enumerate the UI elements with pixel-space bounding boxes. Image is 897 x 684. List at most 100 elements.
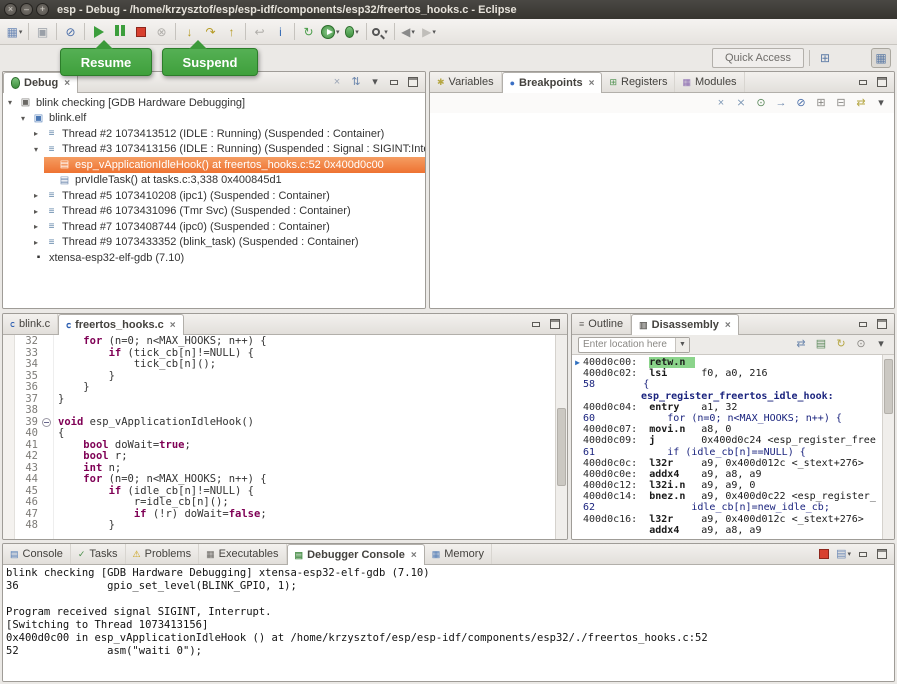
show-source-button[interactable]: ▤ bbox=[814, 338, 828, 352]
code-line[interactable]: tick_cb[n](); bbox=[58, 359, 555, 371]
maximize-view-button[interactable] bbox=[406, 75, 420, 89]
disassembly-row[interactable]: 58 { bbox=[572, 379, 882, 390]
show-supported-breakpoints-button[interactable]: ⊙ bbox=[754, 96, 768, 110]
view-menu-button[interactable]: ▾ bbox=[874, 96, 888, 110]
instruction-stepping-button[interactable]: i bbox=[270, 21, 291, 43]
view-menu-button[interactable]: ▾ bbox=[874, 338, 888, 352]
code-line[interactable]: bool doWait=true; bbox=[58, 440, 555, 452]
debug-tree-row[interactable]: ▤esp_vApplicationIdleHook() at freertos_… bbox=[3, 157, 425, 173]
minimize-view-button[interactable] bbox=[529, 317, 543, 331]
debug-tree-row[interactable]: ▾▣blink checking [GDB Hardware Debugging… bbox=[3, 95, 425, 111]
breakpoints-tab-registers[interactable]: ⊞Registers bbox=[602, 72, 675, 92]
disassembly-row[interactable]: 400d0c09: j 0x400d0c24 <esp_register_fre… bbox=[572, 435, 882, 446]
drop-to-frame-button[interactable]: ↩ bbox=[249, 21, 270, 43]
debug-tree-row[interactable]: ▾≡Thread #3 1073413156 (IDLE : Running) … bbox=[3, 142, 425, 158]
code-line[interactable]: } bbox=[58, 382, 555, 394]
maximize-view-button[interactable] bbox=[875, 317, 889, 331]
debug-tree-row[interactable]: ▾▣blink.elf bbox=[3, 111, 425, 127]
quick-access-button[interactable]: Quick Access bbox=[712, 48, 804, 68]
disassembly-row[interactable]: 400d0c16: l32r a9, 0x400d012c <_stext+27… bbox=[572, 514, 882, 525]
disassembly-row[interactable]: 400d0c07: movi.n a8, 0 bbox=[572, 424, 882, 435]
expander-icon[interactable]: ▸ bbox=[31, 238, 41, 247]
scrollbar-thumb[interactable] bbox=[884, 359, 893, 414]
disconnect-button[interactable]: ⊗ bbox=[151, 21, 172, 43]
close-icon[interactable]: × bbox=[725, 320, 731, 331]
disassembly-row[interactable]: esp_register_freertos_idle_hook: bbox=[572, 391, 882, 402]
disassembly-row[interactable]: 400d0c14: bnez.n a9, 0x400d0c22 <esp_reg… bbox=[572, 491, 882, 502]
minimize-window-button[interactable]: – bbox=[20, 3, 33, 16]
code-line[interactable]: { bbox=[58, 428, 555, 440]
line-number-ruler[interactable]: 3233343536373839404142434445464748 bbox=[15, 335, 41, 539]
search-button[interactable]: ▾ bbox=[370, 21, 391, 43]
remove-breakpoint-button[interactable]: × bbox=[714, 96, 728, 110]
debug-button[interactable]: ▾ bbox=[342, 21, 363, 43]
disassembly-tab-disassembly[interactable]: ▥Disassembly× bbox=[631, 314, 739, 335]
code-line[interactable]: for (n=0; n<MAX_HOOKS; n++) { bbox=[58, 474, 555, 486]
editor-tab-blink-c[interactable]: ⅽblink.c bbox=[3, 314, 58, 334]
expander-icon[interactable]: ▾ bbox=[5, 98, 15, 107]
link-with-debug-button[interactable]: ⇄ bbox=[854, 96, 868, 110]
collapse-all-button[interactable]: ⊟ bbox=[834, 96, 848, 110]
expander-icon[interactable]: ▸ bbox=[31, 191, 41, 200]
close-window-button[interactable]: × bbox=[4, 3, 17, 16]
expander-icon[interactable]: ▸ bbox=[31, 222, 41, 231]
console-tab-tasks[interactable]: ✓Tasks bbox=[71, 544, 126, 564]
disassembly-row[interactable]: 400d0c02: lsi f0, a0, 216 bbox=[572, 368, 882, 379]
code-line[interactable] bbox=[58, 405, 555, 417]
open-console-button[interactable]: ▤▾ bbox=[836, 547, 851, 561]
debug-tree-row[interactable]: ▸≡Thread #6 1073431096 (Tmr Svc) (Suspen… bbox=[3, 204, 425, 220]
debug-tree-row[interactable]: ▸≡Thread #9 1073433352 (blink_task) (Sus… bbox=[3, 235, 425, 251]
minimize-view-button[interactable] bbox=[856, 75, 870, 89]
disassembly-tab-outline[interactable]: ≡Outline bbox=[572, 314, 631, 334]
maximize-window-button[interactable]: + bbox=[36, 3, 49, 16]
remove-all-breakpoints-button[interactable]: ⨯ bbox=[734, 96, 748, 110]
maximize-view-button[interactable] bbox=[875, 75, 889, 89]
code-area[interactable]: for (n=0; n<MAX_HOOKS; n++) { if (tick_c… bbox=[54, 335, 555, 539]
combo-dropdown-icon[interactable]: ▼ bbox=[675, 338, 689, 352]
expand-all-button[interactable]: ⊞ bbox=[814, 96, 828, 110]
close-icon[interactable]: × bbox=[170, 320, 176, 331]
skip-all-breakpoints-button[interactable]: ⊘ bbox=[60, 21, 81, 43]
console-tab-console[interactable]: ▤Console bbox=[3, 544, 71, 564]
folding-ruler[interactable] bbox=[41, 335, 54, 539]
console-tab-debugger-console[interactable]: ▤Debugger Console× bbox=[287, 544, 425, 565]
restart-button[interactable]: ↻ bbox=[298, 21, 319, 43]
debug-tree-row[interactable]: ▸≡Thread #7 1073408744 (ipc0) (Suspended… bbox=[3, 219, 425, 235]
disassembly-scrollbar[interactable] bbox=[882, 355, 894, 539]
disassembly-row[interactable]: ▶400d0c00: retw.n bbox=[572, 357, 882, 368]
refresh-button[interactable]: ↻ bbox=[834, 338, 848, 352]
close-icon[interactable]: × bbox=[64, 78, 70, 89]
disassembly-row[interactable]: 62 idle_cb[n]=new_idle_cb; bbox=[572, 502, 882, 513]
close-icon[interactable]: × bbox=[589, 78, 595, 89]
enter-location-input[interactable]: Enter location here bbox=[579, 339, 675, 350]
code-line[interactable]: for (n=0; n<MAX_HOOKS; n++) { bbox=[58, 336, 555, 348]
scrollbar-thumb[interactable] bbox=[557, 408, 566, 486]
disassembly-row[interactable]: 61 if (idle_cb[n]==NULL) { bbox=[572, 447, 882, 458]
terminate-button[interactable] bbox=[130, 21, 151, 43]
console-tab-problems[interactable]: ⚠Problems bbox=[126, 544, 200, 564]
remove-all-terminated-button[interactable]: × bbox=[330, 75, 344, 89]
disassembly-row[interactable]: 400d0c0e: addx4 a9, a8, a9 bbox=[572, 469, 882, 480]
minimize-view-button[interactable] bbox=[856, 547, 870, 561]
debug-tree[interactable]: ▾▣blink checking [GDB Hardware Debugging… bbox=[3, 93, 425, 308]
annotation-ruler[interactable] bbox=[3, 335, 15, 539]
track-expression-button[interactable]: ⊙ bbox=[854, 338, 868, 352]
minimize-view-button[interactable] bbox=[856, 317, 870, 331]
breakpoints-empty-area[interactable] bbox=[430, 113, 894, 308]
close-icon[interactable]: × bbox=[411, 550, 417, 561]
step-return-button[interactable]: ↑ bbox=[221, 21, 242, 43]
breakpoints-tab-variables[interactable]: ✱Variables bbox=[430, 72, 502, 92]
skip-all-button[interactable]: ⊘ bbox=[794, 96, 808, 110]
expander-icon[interactable]: ▸ bbox=[31, 207, 41, 216]
forward-button[interactable]: ▶▾ bbox=[419, 21, 440, 43]
enter-location-combo[interactable]: Enter location here ▼ bbox=[578, 337, 690, 353]
code-line[interactable]: } bbox=[58, 394, 555, 406]
view-menu-button[interactable]: ▾ bbox=[368, 75, 382, 89]
console-output[interactable]: blink checking [GDB Hardware Debugging] … bbox=[3, 565, 894, 681]
debug-perspective-icon[interactable]: ▦ bbox=[871, 48, 891, 68]
disassembly-row[interactable]: 400d0c12: l32i.n a9, a9, 0 bbox=[572, 480, 882, 491]
disassembly-row[interactable]: 400d0c0c: l32r a9, 0x400d012c <_stext+27… bbox=[572, 458, 882, 469]
editor-scrollbar[interactable] bbox=[555, 335, 567, 539]
maximize-view-button[interactable] bbox=[875, 547, 889, 561]
debug-tree-row[interactable]: ▤prvIdleTask() at tasks.c:3,338 0x400845… bbox=[3, 173, 425, 189]
